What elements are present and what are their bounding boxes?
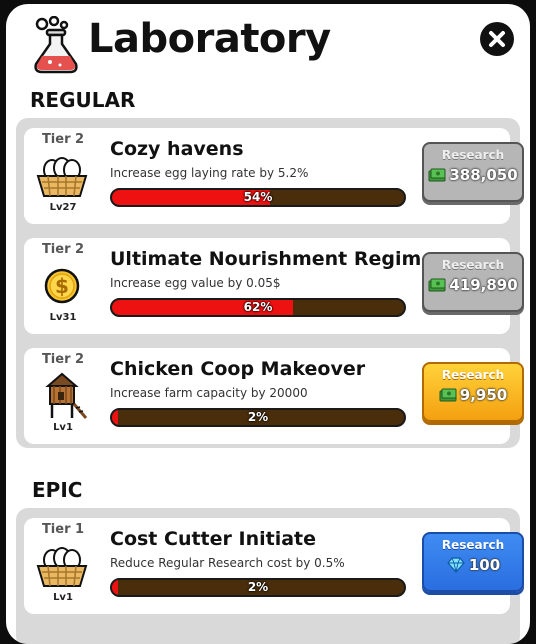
research-description: Increase farm capacity by 20000 [110, 386, 308, 400]
research-cost-value: 9,950 [459, 386, 508, 404]
eggs-basket-icon [36, 547, 88, 587]
research-button[interactable]: Research 388,050 [422, 142, 524, 202]
page-title: Laboratory [88, 16, 331, 62]
chicken-coop-icon [45, 372, 88, 419]
dollar-coin-icon: $ [44, 268, 80, 304]
level-label: Lv27 [49, 202, 77, 213]
research-cost-value: 388,050 [449, 166, 518, 184]
research-button[interactable]: Research 9,950 [422, 362, 524, 422]
level-label: Lv1 [53, 592, 73, 603]
research-cost: 388,050 [424, 166, 522, 184]
cash-icon [428, 278, 446, 292]
research-cost: 419,890 [424, 276, 522, 294]
research-card: Tier 2 Lv27 Cozy havens Increase egg lay… [24, 128, 524, 224]
progress-text: 62% [243, 300, 273, 314]
research-description: Reduce Regular Research cost by 0.5% [110, 556, 345, 570]
research-button[interactable]: Research 100 [422, 532, 524, 592]
level-label: Lv1 [53, 422, 73, 433]
research-button[interactable]: Research 419,890 [422, 252, 524, 312]
research-card: Tier 2 Lv1 Chicken Coop Makeover Increas… [24, 348, 524, 444]
tier-label: Tier 2 [41, 242, 85, 257]
research-name: Ultimate Nourishment Regimen [110, 248, 448, 270]
tier-label: Tier 2 [41, 132, 85, 147]
cash-icon [439, 388, 457, 402]
gem-icon [447, 557, 465, 573]
research-card: Tier 2 $ Lv31 Ultimate Nourishment Regim… [24, 238, 524, 334]
research-card: Tier 1 Lv1 Cost Cutter Initiate Reduce R… [24, 518, 524, 614]
svg-text:$: $ [55, 274, 69, 298]
progress-text: 54% [243, 190, 273, 204]
progress-bar: 2% [110, 408, 406, 427]
progress-bar: 54% [110, 188, 406, 207]
research-button-label: Research [441, 148, 505, 162]
eggs-basket-icon [36, 157, 88, 197]
tier-label: Tier 2 [41, 352, 85, 367]
progress-bar: 62% [110, 298, 406, 317]
research-cost: 100 [424, 556, 522, 574]
research-cost: 9,950 [424, 386, 522, 404]
progress-text: 2% [247, 410, 269, 424]
research-button-label: Research [441, 538, 505, 552]
research-description: Increase egg value by 0.05$ [110, 276, 281, 290]
section-label-regular: REGULAR [30, 88, 136, 112]
tier-label: Tier 1 [41, 522, 85, 537]
research-name: Cozy havens [110, 138, 244, 160]
laboratory-panel: Laboratory REGULAR Tier 2 Lv27 Cozy have… [6, 4, 530, 644]
close-button[interactable] [480, 22, 514, 56]
research-button-label: Research [441, 258, 505, 272]
close-icon [489, 31, 505, 47]
progress-text: 2% [247, 580, 269, 594]
research-button-label: Research [441, 368, 505, 382]
flask-icon [34, 16, 78, 74]
progress-bar: 2% [110, 578, 406, 597]
research-cost-value: 419,890 [449, 276, 518, 294]
section-label-epic: EPIC [32, 478, 83, 502]
level-label: Lv31 [49, 312, 77, 323]
header: Laboratory [6, 4, 530, 84]
cash-icon [428, 168, 446, 182]
research-name: Cost Cutter Initiate [110, 528, 317, 550]
research-name: Chicken Coop Makeover [110, 358, 366, 380]
research-cost-value: 100 [468, 556, 501, 574]
research-description: Increase egg laying rate by 5.2% [110, 166, 309, 180]
